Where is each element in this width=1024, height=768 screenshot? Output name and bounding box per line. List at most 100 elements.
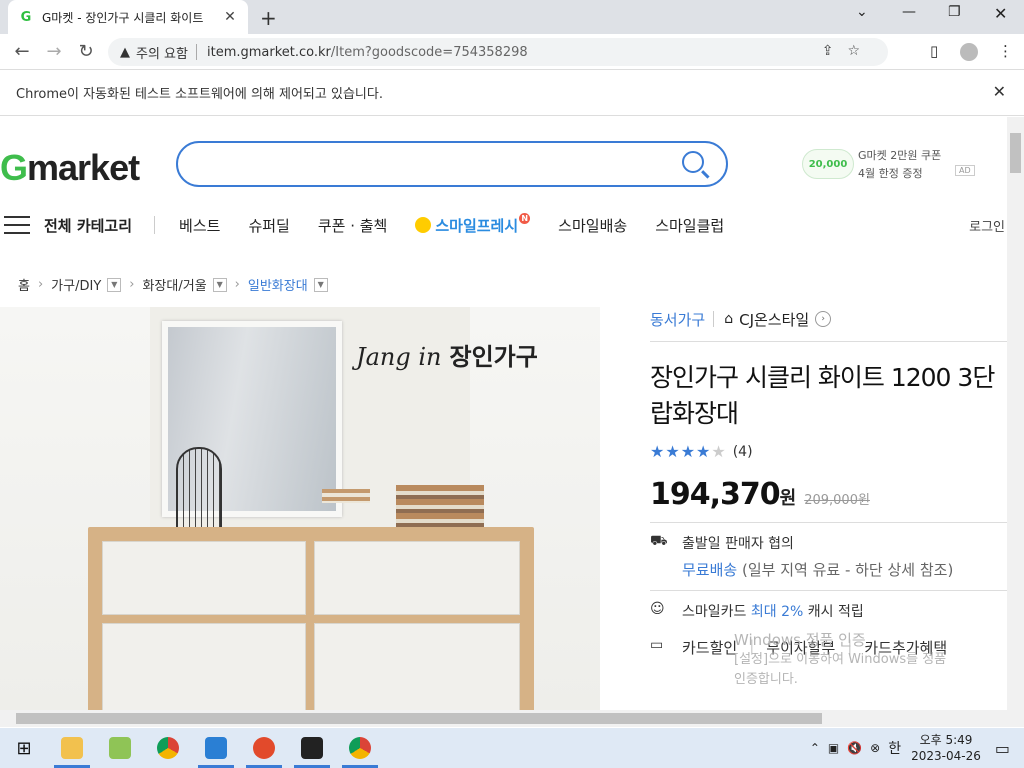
nav-coupon[interactable]: 쿠폰 · 출첵: [318, 215, 388, 236]
terminal-icon[interactable]: [288, 728, 336, 768]
free-shipping[interactable]: 무료배송: [682, 561, 737, 579]
tab-search-icon[interactable]: ⌄: [856, 4, 868, 20]
sale-price: 194,370: [650, 477, 781, 512]
smile-icon: [415, 217, 432, 233]
close-tab-icon[interactable]: ✕: [222, 9, 238, 25]
tab-title: G마켓 - 장인가구 시클리 화이트: [42, 10, 204, 25]
gmarket-favicon-icon: G: [18, 9, 34, 25]
chevron-right-icon: ›: [129, 277, 135, 292]
horizontal-scrollbar[interactable]: [0, 710, 1024, 727]
divider: [650, 341, 1007, 342]
shipping-note: (일부 지역 유료 - 하단 상세 참조): [741, 561, 954, 579]
nav-smile-fresh[interactable]: 스마일프레시 N: [415, 212, 531, 236]
dresser: [88, 527, 534, 710]
product-image[interactable]: Jang in 장인가구: [0, 307, 600, 710]
window-close-icon[interactable]: ✕: [994, 4, 1007, 23]
file-explorer-icon[interactable]: [48, 728, 96, 768]
installment-link[interactable]: 무이자할부: [766, 637, 835, 658]
drawer: [102, 541, 306, 615]
star-rating-icon: ★★★★★: [650, 442, 727, 461]
breadcrumb-current[interactable]: 일반화장대: [248, 275, 308, 294]
system-tray: ⌃ ▣ 🔇 ⊗ 한 오후 5:49 2023-04-26 ▭: [810, 728, 1024, 768]
coupon-coin: 20,000: [802, 149, 854, 179]
volume-muted-icon[interactable]: 🔇: [847, 741, 862, 755]
nav-smile-club[interactable]: 스마일클럽: [655, 215, 724, 236]
address-bar[interactable]: ▲ 주의 요함 item.gmarket.co.kr/Item?goodscod…: [108, 38, 888, 66]
store-name[interactable]: CJ온스타일: [739, 309, 809, 330]
toolbar: ← → ↻ ▲ 주의 요함 item.gmarket.co.kr/Item?go…: [0, 34, 1024, 70]
ad-line1: G마켓 2만원 쿠폰: [858, 149, 942, 162]
divider: [195, 44, 197, 60]
search-input[interactable]: [176, 141, 728, 187]
login-link[interactable]: 로그인: [969, 216, 1005, 235]
minimize-icon[interactable]: —: [902, 4, 916, 20]
security-label[interactable]: 주의 요함: [136, 43, 188, 62]
ship-label: 출발일 판매자 협의: [682, 536, 794, 552]
vertical-scrollbar[interactable]: [1007, 117, 1024, 710]
ccleaner-icon[interactable]: [240, 728, 288, 768]
back-icon[interactable]: ←: [6, 41, 38, 62]
chevron-right-icon: ›: [37, 277, 44, 292]
drawer: [314, 541, 520, 615]
all-category-button[interactable]: 전체 카테고리: [44, 215, 132, 236]
hamburger-icon[interactable]: [4, 216, 30, 234]
divider: [713, 311, 715, 327]
new-badge: N: [519, 212, 531, 224]
chevron-down-icon[interactable]: ▼: [212, 277, 227, 292]
warning-icon[interactable]: ▲: [120, 45, 130, 60]
network-icon[interactable]: ▣: [828, 741, 839, 755]
nav-smile-delivery[interactable]: 스마일배송: [558, 215, 627, 236]
maps-icon[interactable]: [96, 728, 144, 768]
chrome-icon[interactable]: [144, 728, 192, 768]
delivery-info: ⛟ 출발일 판매자 협의 무료배송 (일부 지역 유료 - 하단 상세 참조) …: [650, 533, 1007, 658]
card-benefit-link[interactable]: 카드추가혜택: [864, 637, 947, 658]
breadcrumb-home[interactable]: 홈: [18, 275, 30, 294]
card-discount-link[interactable]: 카드할인: [682, 637, 737, 658]
books-stack: [396, 485, 484, 527]
chrome-active-icon[interactable]: [336, 728, 384, 768]
profile-icon[interactable]: [960, 43, 978, 61]
forward-icon[interactable]: →: [38, 41, 70, 62]
start-button[interactable]: ⊞: [0, 728, 48, 768]
menu-icon[interactable]: ⋮: [998, 42, 1013, 60]
coupon-ad-banner[interactable]: 20,000 G마켓 2만원 쿠폰 4월 한정 증정 AD: [802, 147, 982, 183]
breadcrumb: 홈 › 가구/DIY ▼ › 화장대/거울 ▼ › 일반화장대 ▼: [18, 275, 328, 294]
chevron-down-icon[interactable]: ▼: [313, 277, 328, 292]
nav-best[interactable]: 베스트: [179, 215, 220, 236]
breadcrumb-furniture[interactable]: 가구/DIY: [51, 275, 101, 294]
seller-row: 동서가구 ⌂ CJ온스타일 ›: [650, 307, 1007, 331]
chevron-right-icon[interactable]: ›: [815, 311, 832, 327]
browser-tab[interactable]: G G마켓 - 장인가구 시클리 화이트 ✕: [8, 0, 248, 34]
scrollbar-thumb[interactable]: [1010, 133, 1021, 173]
share-bookmark-icons[interactable]: ⇪☆: [822, 43, 874, 59]
new-tab-icon[interactable]: +: [260, 6, 277, 30]
ad-line2: 4월 한정 증정: [858, 167, 923, 180]
search-icon[interactable]: [682, 151, 704, 173]
restore-icon[interactable]: ❐: [948, 4, 961, 20]
breadcrumb-vanity[interactable]: 화장대/거울: [142, 275, 206, 294]
brand-logo: Jang in 장인가구: [356, 342, 538, 371]
url-text[interactable]: item.gmarket.co.kr/Item?goodscode=754358…: [207, 45, 528, 60]
clock[interactable]: 오후 5:49 2023-04-26: [911, 732, 981, 764]
vscode-icon[interactable]: [192, 728, 240, 768]
status-icon[interactable]: ⊗: [870, 741, 880, 755]
drawer: [314, 623, 520, 710]
review-count[interactable]: (4): [733, 444, 753, 460]
divider: [650, 522, 1007, 523]
reload-icon[interactable]: ↻: [70, 41, 102, 62]
notification-icon[interactable]: ▭: [995, 739, 1010, 758]
nav-superdeal[interactable]: 슈퍼딜: [248, 215, 289, 236]
side-panel-icon[interactable]: ▯: [930, 42, 938, 60]
gmarket-logo[interactable]: Gmarket: [0, 147, 140, 189]
shop-name-link[interactable]: 동서가구: [650, 309, 705, 330]
cashback-rate: 최대 2%: [750, 604, 804, 620]
chevron-down-icon[interactable]: ▼: [107, 277, 122, 292]
taskbar: ⊞ ⌃ ▣ 🔇 ⊗ 한 오후 5:49 2023-04-26 ▭: [0, 728, 1024, 768]
ime-indicator[interactable]: 한: [888, 738, 901, 758]
rating[interactable]: ★★★★★ (4): [650, 442, 1007, 461]
scrollbar-thumb[interactable]: [16, 713, 822, 724]
close-icon[interactable]: ✕: [993, 82, 1006, 101]
chevron-up-icon[interactable]: ⌃: [810, 741, 820, 755]
divider: [650, 590, 1007, 591]
ad-tag: AD: [955, 165, 975, 176]
